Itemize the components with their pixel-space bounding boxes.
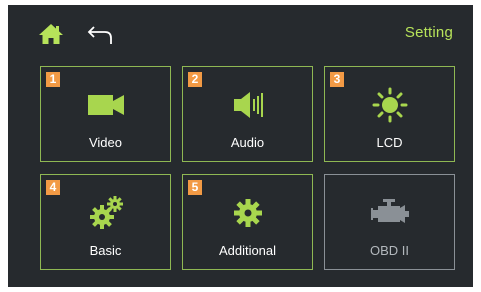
additional-tile[interactable]: 5 Additional [182,174,313,270]
tile-number-badge: 3 [330,72,344,87]
tile-number-badge: 2 [188,72,202,87]
back-button[interactable] [86,24,116,46]
page-title: Setting [404,24,453,41]
tile-label: Additional [218,243,277,258]
engine-icon [370,199,409,223]
tile-label: OBD II [369,243,409,258]
tile-label: Basic [89,243,122,258]
basic-tile[interactable]: 4 Basic [40,174,171,270]
gear-icon [233,199,262,227]
speaker-icon [233,92,263,118]
home-button[interactable] [38,23,64,45]
brightness-icon [372,87,407,123]
tile-label: Audio [230,135,265,150]
tile-number-badge: 5 [188,180,202,195]
video-tile[interactable]: 1 Video [40,66,171,162]
back-arrow-icon [87,26,112,44]
lcd-tile[interactable]: 3 LCD [324,66,455,162]
home-icon [39,24,63,44]
obd-ii-tile[interactable]: OBD II [324,174,455,270]
video-camera-icon [87,95,124,115]
tile-label: LCD [376,135,403,150]
gears-icon [89,196,123,229]
settings-screen: Setting 1 Video 2 Audio 3 LCD 4 Basic 5 … [8,5,473,287]
tile-number-badge: 1 [46,72,60,87]
tile-label: Video [88,135,122,150]
audio-tile[interactable]: 2 Audio [182,66,313,162]
tile-number-badge: 4 [46,180,60,195]
